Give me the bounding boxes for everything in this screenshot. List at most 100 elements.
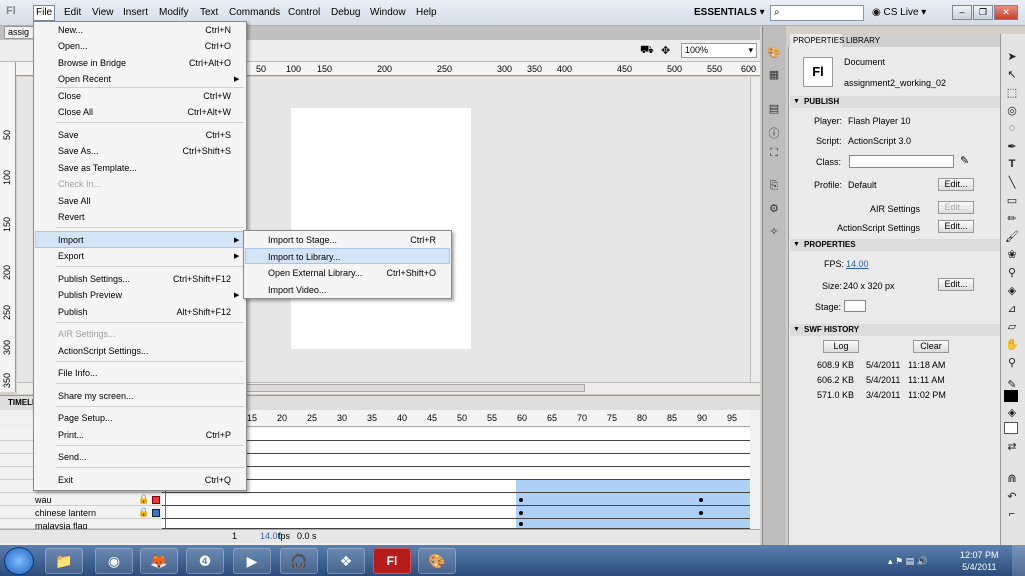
explorer-icon[interactable]: 📁 (45, 548, 83, 574)
menu-item-save-as[interactable]: Save As... (58, 146, 99, 156)
stage-vertical-scrollbar[interactable] (750, 77, 760, 382)
search-input[interactable]: ⌕ (770, 5, 864, 21)
lock-icon[interactable]: 🔒 (138, 494, 149, 505)
menu-item-page-setup[interactable]: Page Setup... (58, 413, 113, 423)
code-snippets-icon[interactable]: ⎘ (766, 180, 782, 194)
menu-help[interactable]: Help (416, 7, 437, 18)
menu-item-import-to-stage[interactable]: Import to Stage... (268, 235, 337, 245)
free-transform-icon[interactable]: ⬚ (1003, 86, 1021, 102)
clear-button[interactable]: Clear (913, 340, 949, 353)
menu-modify[interactable]: Modify (159, 7, 188, 18)
frame-row[interactable] (162, 454, 750, 467)
fill-color-swatch[interactable] (1004, 422, 1018, 434)
menu-item-export[interactable]: Export (58, 251, 84, 261)
transform-icon[interactable]: ⛶ (766, 147, 782, 161)
properties-section-header[interactable]: PROPERTIES (790, 239, 1000, 251)
as-edit-button[interactable]: Edit... (938, 220, 974, 233)
menu-control[interactable]: Control (288, 7, 320, 18)
text-tool-icon[interactable]: T (1003, 158, 1021, 174)
subselection-tool-icon[interactable]: ↖ (1003, 68, 1021, 84)
pen-tool-icon[interactable]: ✒ (1003, 140, 1021, 156)
info-icon[interactable]: ⓘ (766, 125, 782, 140)
layer-name[interactable]: chinese lantern (35, 508, 96, 518)
minimize-button[interactable]: – (952, 5, 972, 20)
keyframe[interactable] (519, 522, 523, 526)
profile-edit-button[interactable]: Edit... (938, 178, 974, 191)
hand-tool-icon[interactable]: ✋ (1003, 338, 1021, 354)
motion-tween[interactable] (516, 480, 750, 493)
stage-color-swatch[interactable] (844, 300, 866, 312)
play-icon[interactable]: ▶ (233, 548, 271, 574)
keyframe[interactable] (519, 498, 523, 502)
size-edit-button[interactable]: Edit... (938, 278, 974, 291)
align-icon[interactable]: ▤ (766, 102, 782, 116)
3d-rotation-icon[interactable]: ◎ (1003, 104, 1021, 120)
document-tab[interactable]: assig (4, 26, 34, 39)
deco-tool-icon[interactable]: ❀ (1003, 248, 1021, 264)
layer-name[interactable]: wau (35, 495, 52, 505)
rectangle-tool-icon[interactable]: ▭ (1003, 194, 1021, 210)
timeline-tab[interactable]: TIMELI (8, 398, 34, 407)
menu-item-exit[interactable]: Exit (58, 475, 73, 485)
motion-tween[interactable] (516, 519, 750, 529)
menu-debug[interactable]: Debug (331, 7, 360, 18)
media-player-icon[interactable]: ◉ (95, 548, 133, 574)
edit-scene-icon[interactable]: ⛟ (640, 44, 654, 58)
pencil-tool-icon[interactable]: ✏ (1003, 212, 1021, 228)
menu-item-import-video[interactable]: Import Video... (268, 285, 326, 295)
swap-colors-icon[interactable]: ⇄ (1003, 440, 1021, 456)
firefox-icon[interactable]: 🦊 (140, 548, 178, 574)
menu-item-actionscript-settings[interactable]: ActionScript Settings... (58, 346, 149, 356)
log-button[interactable]: Log (823, 340, 859, 353)
class-input[interactable] (849, 155, 954, 168)
motion-tween[interactable] (516, 493, 750, 506)
menu-item-publish-settings[interactable]: Publish Settings... (58, 274, 130, 284)
menu-file[interactable]: File (33, 5, 55, 21)
components-icon[interactable]: ⚙ (766, 202, 782, 216)
frame-row[interactable] (162, 441, 750, 454)
workspace-switcher[interactable]: ESSENTIALS ▾ (694, 7, 765, 18)
motion-tween[interactable] (516, 506, 750, 519)
zoom-select[interactable]: 100% ▾ (681, 43, 757, 58)
taskbar-clock[interactable]: 12:07 PM 5/4/2011 (960, 549, 999, 573)
eraser-tool-icon[interactable]: ▱ (1003, 320, 1021, 336)
layer-color-swatch[interactable] (152, 496, 160, 504)
bone-tool-icon[interactable]: ⚲ (1003, 266, 1021, 282)
menu-item-import-to-library[interactable]: Import to Library... (268, 252, 340, 262)
tray-icons[interactable]: ▴ ⚑ ▤ 🔊 (888, 556, 928, 567)
menu-item-revert[interactable]: Revert (58, 212, 85, 222)
menu-item-import[interactable]: Import (58, 235, 84, 245)
menu-item-close[interactable]: Close (58, 91, 81, 101)
frame-row[interactable] (162, 428, 750, 441)
menu-item-open-external-library[interactable]: Open External Library... (268, 268, 362, 278)
zoom-tool-icon[interactable]: ⚲ (1003, 356, 1021, 372)
flash-taskbar-button[interactable]: Fl (373, 548, 411, 574)
menu-item-browse-in-bridge[interactable]: Browse in Bridge (58, 58, 126, 68)
menu-item-publish[interactable]: Publish (58, 307, 88, 317)
cs-live-button[interactable]: ◉ CS Live ▾ (872, 7, 926, 18)
paint-bucket-icon[interactable]: ◈ (1003, 284, 1021, 300)
menu-commands[interactable]: Commands (229, 7, 280, 18)
menu-item-new[interactable]: New... (58, 25, 83, 35)
start-button[interactable] (4, 547, 34, 575)
menu-item-open-recent[interactable]: Open Recent (58, 74, 111, 84)
lasso-tool-icon[interactable]: ◌ (1003, 122, 1021, 138)
headphones-icon[interactable]: 🎧 (280, 548, 318, 574)
menu-window[interactable]: Window (370, 7, 406, 18)
menu-item-save-as-template[interactable]: Save as Template... (58, 163, 137, 173)
tab-library[interactable]: LIBRARY (843, 34, 883, 47)
menu-text[interactable]: Text (200, 7, 218, 18)
app-4-icon[interactable]: ❹ (186, 548, 224, 574)
publish-section-header[interactable]: PUBLISH (790, 96, 1000, 108)
straighten-icon[interactable]: ⌐ (1003, 508, 1021, 524)
selection-tool-icon[interactable]: ➤ (1003, 50, 1021, 66)
keyframe[interactable] (519, 511, 523, 515)
menu-item-publish-preview[interactable]: Publish Preview (58, 290, 122, 300)
edit-symbols-icon[interactable]: ✥ (661, 44, 670, 57)
brush-tool-icon[interactable]: 🖌 (1003, 230, 1021, 246)
smooth-icon[interactable]: ↶ (1003, 490, 1021, 506)
menu-item-save[interactable]: Save (58, 130, 79, 140)
tab-properties[interactable]: PROPERTIES (790, 34, 844, 47)
restore-button[interactable]: ❐ (973, 5, 993, 20)
air-edit-button[interactable]: Edit... (938, 201, 974, 214)
